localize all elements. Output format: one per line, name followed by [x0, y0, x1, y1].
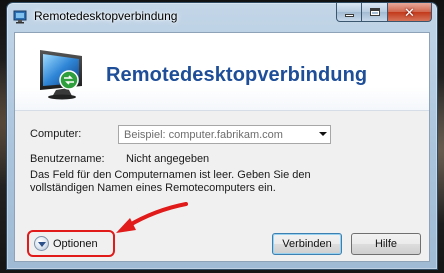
remote-desktop-icon — [13, 10, 27, 24]
username-value: Nicht angegeben — [126, 153, 210, 165]
close-button[interactable]: ✕ — [388, 3, 432, 22]
options-button[interactable]: Optionen — [53, 238, 98, 250]
username-label: Benutzername: — [30, 153, 105, 165]
maximize-button[interactable] — [362, 3, 388, 22]
computer-placeholder: Beispiel: computer.fabrikam.com — [124, 129, 283, 141]
maximize-icon — [369, 8, 380, 16]
chevron-down-icon[interactable] — [319, 132, 327, 136]
caption-buttons: ✕ — [336, 3, 432, 22]
connect-button[interactable]: Verbinden — [272, 233, 342, 255]
title-bar[interactable]: Remotedesktopverbindung ✕ — [7, 3, 437, 32]
monitor-icon — [40, 50, 82, 100]
window-title: Remotedesktopverbindung — [34, 9, 178, 23]
options-highlight: Optionen — [27, 230, 115, 257]
dialog-header: Remotedesktopverbindung — [15, 33, 429, 111]
computer-label: Computer: — [30, 128, 82, 140]
remote-desktop-window: Remotedesktopverbindung ✕ Remotedesktopv… — [6, 2, 438, 270]
minimize-button[interactable] — [336, 3, 362, 22]
dialog-client-area: Remotedesktopverbindung Computer: Beispi… — [14, 32, 430, 262]
minimize-icon — [344, 13, 354, 17]
info-message: Das Feld für den Computernamen ist leer.… — [30, 169, 311, 194]
close-icon: ✕ — [404, 4, 415, 20]
chevron-down-circle-icon[interactable] — [34, 236, 49, 251]
dialog-heading: Remotedesktopverbindung — [106, 64, 368, 86]
help-button[interactable]: Hilfe — [351, 233, 421, 255]
annotation-arrow — [116, 202, 188, 233]
computer-combobox[interactable]: Beispiel: computer.fabrikam.com — [118, 125, 331, 144]
